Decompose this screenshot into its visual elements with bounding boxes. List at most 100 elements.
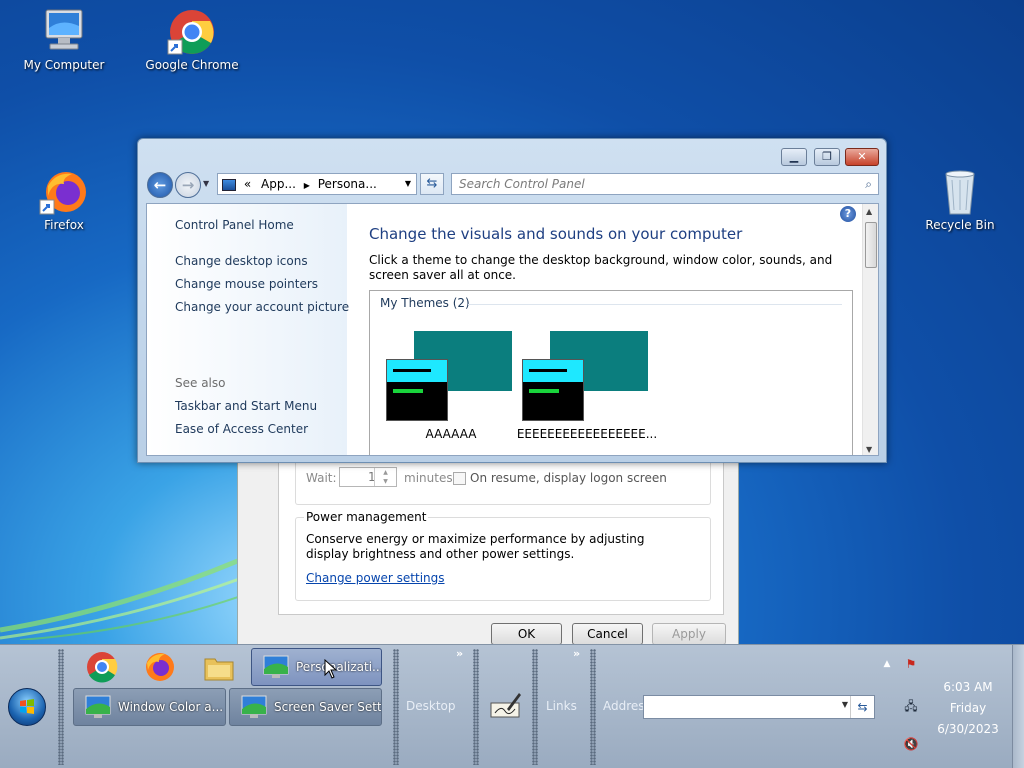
wallpaper-swirl [0, 557, 259, 640]
sidebar-change-mouse-pointers[interactable]: Change mouse pointers [175, 277, 318, 291]
ok-button[interactable]: OK [491, 623, 562, 645]
desktop-icon-recycle-bin[interactable]: Recycle Bin [910, 168, 1010, 232]
page-title: Change the visuals and sounds on your co… [369, 225, 743, 243]
window-color-icon [85, 695, 111, 718]
my-themes-title: My Themes (2) [380, 296, 470, 310]
taskbar-button-screen-saver[interactable]: Screen Saver Sett... [229, 688, 382, 726]
desktop-icon-label: Google Chrome [145, 58, 239, 72]
chrome-icon[interactable] [85, 650, 119, 684]
desktop-icon-label: Recycle Bin [925, 218, 995, 232]
breadcrumb-item-2[interactable]: Persona... [318, 177, 377, 191]
clock-day: Friday [949, 701, 987, 715]
vertical-scrollbar[interactable]: ▲ ▼ [862, 204, 878, 455]
theme-window-preview [386, 359, 448, 421]
desktop-icon-label: My Computer [23, 58, 105, 72]
power-management-text: Conserve energy or maximize performance … [306, 532, 645, 561]
scroll-up-icon[interactable]: ▲ [866, 207, 872, 216]
address-bar[interactable]: « App... ▶ Persona... ▼ [217, 173, 417, 195]
scroll-down-icon[interactable]: ▼ [866, 445, 872, 454]
show-desktop-button[interactable] [1012, 645, 1024, 768]
personalization-icon [263, 655, 289, 678]
sidebar-ease-of-access[interactable]: Ease of Access Center [175, 422, 308, 436]
breadcrumb-item-1[interactable]: App... [261, 177, 296, 191]
desktop-icon-my-computer[interactable]: My Computer [14, 8, 114, 72]
restore-button[interactable]: ❐ [814, 148, 840, 166]
stepper-arrows-icon[interactable]: ▲ ▼ [374, 468, 396, 486]
volume-muted-icon[interactable]: 🔇 [902, 737, 920, 755]
close-button[interactable]: ✕ [845, 148, 879, 166]
taskbar-button-label: Window Color a... [118, 700, 224, 714]
refresh-button[interactable]: ⇆ [420, 173, 444, 195]
links-overflow-chevron-icon[interactable]: » [573, 647, 580, 660]
main-panel: ? Change the visuals and sounds on your … [347, 204, 864, 455]
refresh-icon: ⇆ [426, 176, 438, 191]
wait-stepper[interactable]: 1 ▲ ▼ [339, 467, 397, 487]
folder-icon[interactable] [202, 650, 236, 684]
toolbar-grip[interactable] [532, 649, 538, 765]
theme-name: AAAAAA [425, 427, 477, 441]
sidebar-taskbar-start-menu[interactable]: Taskbar and Start Menu [175, 399, 317, 413]
screen-saver-panel: Wait: 1 ▲ ▼ minutes On resume, display lo… [278, 453, 724, 615]
window-content: Control Panel Home Change desktop icons … [146, 203, 879, 456]
power-management-title: Power management [304, 510, 429, 524]
network-icon[interactable]: 🖧 [902, 697, 920, 715]
address-dropdown-icon[interactable]: ▼ [405, 174, 411, 194]
clock[interactable]: 6:03 AM Friday 6/30/2023 [930, 677, 1006, 740]
wait-label: Wait: [306, 471, 337, 485]
forward-button[interactable]: → [175, 172, 201, 198]
firefox-icon[interactable] [143, 650, 177, 684]
screen-saver-icon [241, 695, 267, 718]
desktop-toolbar-label[interactable]: Desktop [406, 699, 456, 713]
firefox-icon [38, 168, 90, 216]
desktop-icon-google-chrome[interactable]: Google Chrome [142, 8, 242, 72]
cancel-button[interactable]: Cancel [572, 623, 643, 645]
toolbar-grip[interactable] [58, 649, 64, 765]
taskbar-button-label: Personalizati... [296, 660, 382, 674]
start-button[interactable] [8, 688, 46, 726]
help-icon[interactable]: ? [840, 206, 856, 222]
taskbar-button-personalization[interactable]: Personalizati... [251, 648, 382, 686]
resume-checkbox[interactable] [453, 472, 466, 485]
resume-label: On resume, display logon screen [470, 471, 667, 485]
address-dropdown-icon[interactable]: ▼ [842, 700, 848, 709]
recent-pages-chevron-icon[interactable]: ▼ [203, 179, 209, 188]
sidebar-change-account-picture[interactable]: Change your account picture [175, 300, 349, 314]
control-panel-icon [222, 178, 236, 191]
clock-date: 6/30/2023 [937, 722, 999, 736]
sidebar: Control Panel Home Change desktop icons … [147, 204, 349, 455]
clock-time: 6:03 AM [943, 680, 993, 694]
resume-checkbox-row[interactable]: On resume, display logon screen [453, 471, 667, 485]
power-management-group: Power management Conserve energy or maxi… [295, 510, 711, 601]
minutes-label: minutes [404, 471, 453, 485]
sidebar-change-desktop-icons[interactable]: Change desktop icons [175, 254, 308, 268]
my-themes-divider [468, 304, 842, 305]
search-placeholder: Search Control Panel [459, 177, 585, 191]
taskbar-address-input[interactable]: ▼ ⇆ [643, 695, 875, 719]
recycle-bin-icon [934, 168, 986, 216]
taskbar-button-window-color[interactable]: Window Color a... [73, 688, 226, 726]
apply-button[interactable]: Apply [652, 623, 726, 645]
tablet-input-icon[interactable] [489, 691, 523, 721]
sidebar-control-panel-home[interactable]: Control Panel Home [175, 218, 294, 232]
page-description: Click a theme to change the desktop back… [369, 253, 833, 282]
search-input[interactable]: Search Control Panel ⌕ [451, 173, 879, 195]
search-icon[interactable]: ⌕ [865, 174, 872, 194]
desktop-icon-firefox[interactable]: Firefox [14, 168, 114, 232]
taskbar-button-label: Screen Saver Sett... [274, 700, 382, 714]
links-toolbar-label[interactable]: Links [546, 699, 577, 713]
address-go-icon[interactable]: ⇆ [850, 696, 874, 718]
change-power-settings-link[interactable]: Change power settings [306, 571, 445, 585]
mouse-cursor-icon [324, 659, 338, 679]
toolbar-grip[interactable] [473, 649, 479, 765]
show-hidden-icons-icon[interactable]: ▲ [878, 659, 896, 677]
action-center-flag-icon[interactable]: ⚑ [902, 657, 920, 675]
minimize-button[interactable]: ▁ [781, 148, 807, 166]
theme-name: EEEEEEEEEEEEEEEEE... [516, 427, 658, 441]
scrollbar-thumb[interactable] [865, 222, 877, 268]
toolbar-grip[interactable] [590, 649, 596, 765]
toolbar-grip[interactable] [393, 649, 399, 765]
see-also-heading: See also [175, 376, 226, 390]
back-button[interactable]: ← [147, 172, 173, 198]
toolbar-overflow-chevron-icon[interactable]: » [456, 647, 463, 660]
taskbar: Personalizati... Window Color a... Scree… [0, 644, 1024, 768]
